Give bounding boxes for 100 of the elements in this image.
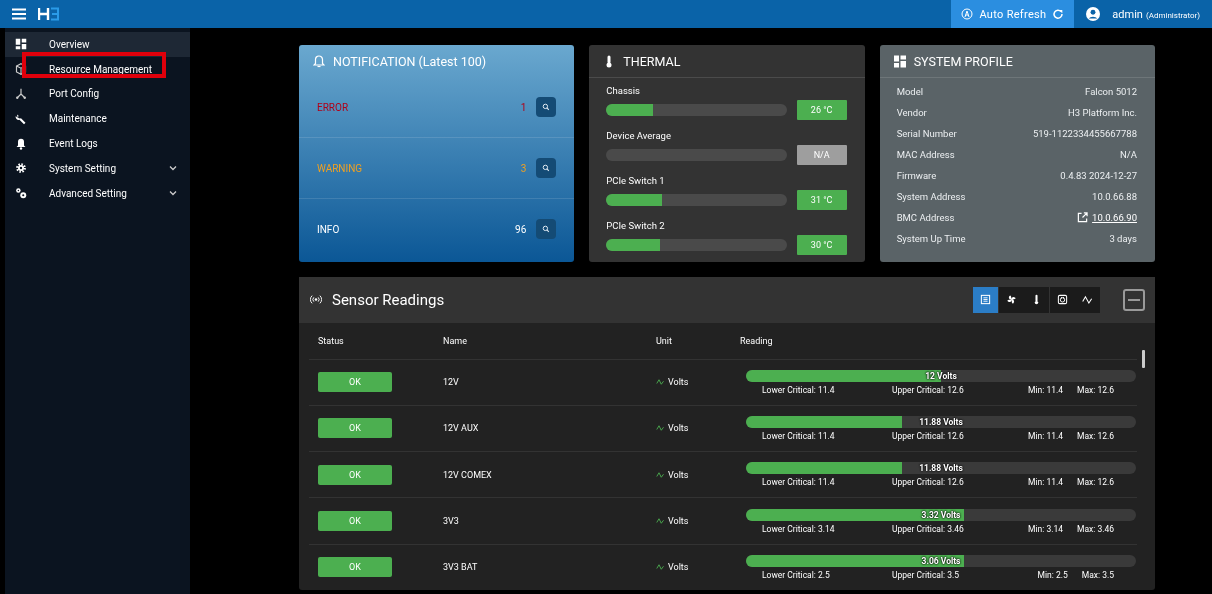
filter-button[interactable] — [1049, 286, 1075, 313]
unit-label: Volts — [668, 469, 689, 480]
wave-icon — [656, 517, 665, 526]
upper-critical: Upper Critical: 12.6 — [892, 384, 965, 395]
notification-count: 3 — [520, 162, 527, 174]
upper-critical: Upper Critical: 12.6 — [892, 477, 965, 488]
bmc-address-link[interactable]: 10.0.66.90 — [1092, 212, 1137, 223]
profile-value: Falcon 5012 — [1085, 86, 1137, 97]
sidebar-item[interactable]: Advanced Setting — [5, 180, 190, 206]
chevron-down-icon — [168, 164, 178, 173]
dashboard-icon — [893, 54, 906, 68]
broadcast-icon — [310, 293, 322, 307]
refresh-icon — [1052, 8, 1065, 20]
profile-value: 3 days — [1109, 233, 1137, 244]
lower-critical: Lower Critical: 2.5 — [762, 569, 831, 580]
lower-critical: Lower Critical: 11.4 — [762, 477, 836, 488]
profile-label: Serial Number — [896, 128, 957, 139]
sidebar-item[interactable]: Port Config — [5, 81, 190, 107]
notification-label: ERROR — [317, 101, 350, 113]
profile-label: MAC Address — [896, 149, 955, 160]
sensor-name: 3V3 — [443, 516, 460, 527]
lower-critical: Lower Critical: 11.4 — [762, 384, 836, 395]
menu-icon[interactable] — [12, 8, 26, 20]
filter-button[interactable] — [973, 286, 998, 313]
search-button[interactable] — [536, 158, 557, 178]
notification-count: 1 — [520, 101, 527, 113]
unit-label: Volts — [668, 562, 689, 573]
user-name[interactable]: admin — [1112, 7, 1143, 21]
search-icon — [541, 102, 552, 112]
profile-value: H3 Platform Inc. — [1068, 107, 1137, 118]
search-icon — [541, 224, 552, 234]
sensor-name: 12V COMEX — [443, 469, 493, 480]
chevron-down-icon — [168, 189, 178, 198]
max-value: Max: 12.6 — [1077, 477, 1114, 488]
reading-bar: 3.32 Volts — [746, 508, 1136, 521]
outlet-icon — [1056, 294, 1068, 306]
profile-value: 0.4.83 2024-12-27 — [1060, 170, 1137, 181]
user-icon[interactable] — [1086, 7, 1101, 21]
min-value: Min: 2.5 — [1036, 569, 1069, 580]
reading-bar: 3.06 Volts — [746, 554, 1136, 567]
max-value: Max: 3.46 — [1077, 523, 1114, 534]
scrollbar-thumb[interactable] — [1142, 349, 1145, 368]
sensor-label: Device Average — [606, 129, 672, 141]
card-title: THERMAL — [623, 53, 681, 69]
search-icon — [541, 163, 552, 173]
collapse-button[interactable] — [1123, 288, 1145, 311]
min-value: Min: 11.4 — [1027, 430, 1064, 441]
profile-label: System Address — [896, 191, 966, 202]
column-header: Status — [318, 335, 345, 346]
sidebar-item[interactable]: Event Logs — [5, 131, 190, 156]
status-badge: OK — [318, 557, 392, 578]
max-value: Max: 12.6 — [1077, 384, 1114, 395]
upper-critical: Upper Critical: 12.6 — [892, 430, 965, 441]
temperature-badge: N/A — [796, 144, 847, 165]
column-header: Reading — [740, 335, 774, 346]
search-button[interactable] — [536, 219, 557, 239]
min-value: Min: 11.4 — [1027, 477, 1064, 488]
sensor-name: 12V AUX — [443, 423, 480, 434]
gears-icon — [15, 187, 27, 200]
sensor-name: 12V — [443, 377, 460, 388]
card-title: NOTIFICATION (Latest 100) — [333, 53, 487, 69]
sidebar-item[interactable]: Maintenance — [5, 106, 190, 132]
sensor-label: Chassis — [606, 84, 641, 96]
profile-value: N/A — [1120, 149, 1137, 160]
profile-label: Vendor — [896, 107, 927, 118]
auto-icon — [961, 8, 974, 20]
sidebar-item[interactable]: System Setting — [5, 156, 190, 181]
status-badge: OK — [318, 418, 392, 439]
sensor-label: PCIe Switch 2 — [606, 219, 666, 231]
lower-critical: Lower Critical: 11.4 — [762, 430, 836, 441]
profile-label: Firmware — [896, 170, 937, 181]
dashboard-icon — [15, 38, 27, 51]
min-value: Min: 11.4 — [1027, 384, 1064, 395]
profile-label: BMC Address — [896, 212, 955, 223]
filter-button[interactable] — [1075, 286, 1100, 313]
wave-icon — [656, 424, 665, 433]
bell-icon — [313, 54, 325, 68]
wave-icon — [1082, 294, 1093, 306]
max-value: Max: 12.6 — [1077, 430, 1114, 441]
wave-icon — [656, 470, 665, 479]
unit-label: Volts — [668, 377, 689, 388]
max-value: Max: 3.5 — [1081, 569, 1114, 580]
column-header: Name — [443, 335, 468, 346]
temperature-badge: 30 °C — [796, 234, 847, 255]
status-badge: OK — [318, 464, 392, 485]
status-badge: OK — [318, 372, 392, 393]
status-badge: OK — [318, 511, 392, 532]
list-icon — [980, 294, 991, 306]
notification-label: INFO — [317, 223, 341, 235]
search-button[interactable] — [536, 97, 557, 117]
filter-button[interactable] — [1024, 286, 1049, 313]
panel-title: Sensor Readings — [332, 290, 446, 309]
card-title: SYSTEM PROFILE — [913, 53, 1013, 69]
filter-button[interactable] — [998, 286, 1024, 313]
unit-label: Volts — [668, 423, 689, 434]
external-link-icon — [1077, 212, 1089, 223]
reading-bar: 11.88 Volts — [746, 462, 1136, 475]
notification-count: 96 — [515, 223, 527, 235]
min-value: Min: 3.14 — [1027, 523, 1064, 534]
upper-critical: Upper Critical: 3.5 — [892, 569, 960, 580]
